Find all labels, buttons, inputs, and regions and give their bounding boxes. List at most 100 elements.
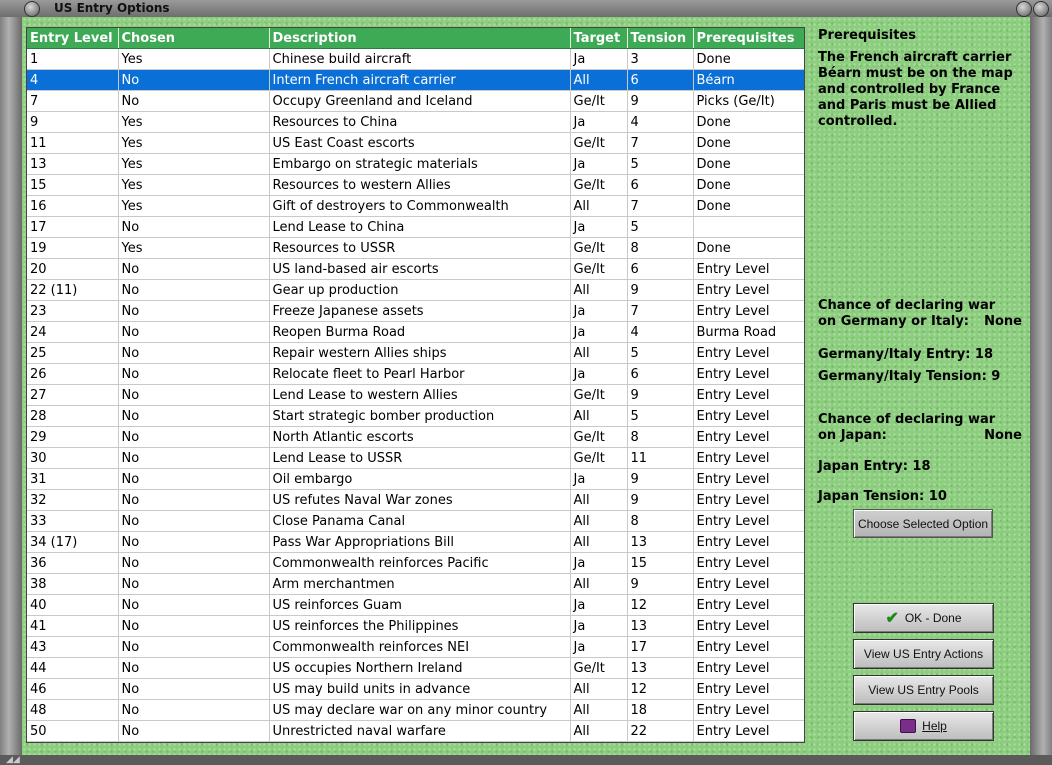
table-row[interactable]: 43 No Commonwealth reinforces NEI Ja 17 Entry… (27, 636, 804, 658)
choose-selected-option-button[interactable]: Choose Selected Option (853, 509, 993, 538)
table-row[interactable]: 40 No US reinforces Guam Ja 12 Entry Level (27, 594, 804, 616)
table-row[interactable]: 36 No Commonwealth reinforces Pacific Ja 15 E… (27, 552, 804, 574)
target-cell: Ja (570, 111, 628, 133)
col-chosen[interactable]: Chosen (118, 28, 270, 49)
table-row[interactable]: 38 No Arm merchantmen All 9 Entry Level (27, 573, 804, 595)
table-row[interactable]: 1 Yes Chinese build aircraft Ja 3 Done (27, 48, 804, 70)
status-strip: ◢◢ (0, 755, 1052, 765)
table-row[interactable]: 46 No US may build units in advance All 12 En… (27, 678, 804, 700)
table-row[interactable]: 9 Yes Resources to China Ja 4 Done (27, 111, 804, 133)
col-tension[interactable]: Tension (627, 28, 694, 49)
tension-cell: 13 (627, 531, 694, 553)
table-row[interactable]: 30 No Lend Lease to USSR Ge/It 11 Entry Level (27, 447, 804, 469)
view-entry-actions-button[interactable]: View US Entry Actions (853, 639, 994, 669)
window-menu-icon[interactable] (24, 1, 40, 17)
description-cell: Close Panama Canal (269, 510, 571, 532)
table-row[interactable]: 17 No Lend Lease to China Ja 5 (27, 216, 804, 238)
table-row[interactable]: 33 No Close Panama Canal All 8 Entry Level (27, 510, 804, 532)
prerequisites-text: The French aircraft carrier Béarn must b… (818, 50, 1013, 129)
prerequisites-cell: Entry Level (693, 594, 804, 616)
entry-level-cell: 1 (27, 48, 119, 70)
table-row[interactable]: 27 No Lend Lease to western Allies Ge/It 9 En… (27, 384, 804, 406)
tension-cell: 5 (627, 342, 694, 364)
close-icon[interactable] (1033, 1, 1049, 17)
tension-cell: 5 (627, 405, 694, 427)
description-cell: Unrestricted naval warfare (269, 720, 571, 742)
entry-level-cell: 11 (27, 132, 119, 154)
col-target[interactable]: Target (570, 28, 628, 49)
tension-cell: 13 (627, 657, 694, 679)
tension-cell: 9 (627, 468, 694, 490)
table-row[interactable]: 50 No Unrestricted naval warfare All 22 Entry… (27, 720, 804, 742)
col-description[interactable]: Description (269, 28, 571, 49)
table-row[interactable]: 19 Yes Resources to USSR Ge/It 8 Done (27, 237, 804, 259)
description-cell: US may build units in advance (269, 678, 571, 700)
minimize-icon[interactable] (1016, 1, 1032, 17)
table-row[interactable]: 11 Yes US East Coast escorts Ge/It 7 Done (27, 132, 804, 154)
tension-cell: 6 (627, 363, 694, 385)
prerequisites-cell: Entry Level (693, 615, 804, 637)
entry-options-table[interactable]: Entry Level Chosen Description Target Te… (26, 27, 805, 743)
table-row[interactable]: 16 Yes Gift of destroyers to Commonwealth A… (27, 195, 804, 217)
table-row[interactable]: 31 No Oil embargo Ja 9 Entry Level (27, 468, 804, 490)
target-cell: All (570, 405, 628, 427)
tension-cell: 13 (627, 615, 694, 637)
tension-cell: 18 (627, 699, 694, 721)
tension-cell: 11 (627, 447, 694, 469)
table-row[interactable]: 26 No Relocate fleet to Pearl Harbor Ja 6 Ent… (27, 363, 804, 385)
description-cell: Occupy Greenland and Iceland (269, 90, 571, 112)
tension-cell: 5 (627, 216, 694, 238)
window-frame-left (0, 17, 22, 765)
target-cell: Ja (570, 552, 628, 574)
table-row[interactable]: 7 No Occupy Greenland and Iceland Ge/It 9 Pic… (27, 90, 804, 112)
prerequisites-cell (693, 216, 804, 238)
table-row[interactable]: 41 No US reinforces the Philippines Ja 13 Ent… (27, 615, 804, 637)
description-cell: US East Coast escorts (269, 132, 571, 154)
target-cell: Ge/It (570, 237, 628, 259)
prerequisites-cell: Entry Level (693, 552, 804, 574)
table-row[interactable]: 20 No US land-based air escorts Ge/It 6 Entry… (27, 258, 804, 280)
col-prerequisites[interactable]: Prerequisites (693, 28, 804, 49)
table-row[interactable]: 48 No US may declare war on any minor coun… (27, 699, 804, 721)
target-cell: Ja (570, 48, 628, 70)
tension-cell: 9 (627, 489, 694, 511)
col-entry-level[interactable]: Entry Level (27, 28, 119, 49)
ok-done-button[interactable]: ✔ OK - Done (853, 603, 994, 633)
target-cell: All (570, 720, 628, 742)
table-row[interactable]: 28 No Start strategic bomber production All… (27, 405, 804, 427)
description-cell: North Atlantic escorts (269, 426, 571, 448)
chosen-cell: Yes (118, 132, 270, 154)
entry-level-cell: 24 (27, 321, 119, 343)
chosen-cell: Yes (118, 237, 270, 259)
table-row[interactable]: 29 No North Atlantic escorts Ge/It 8 Entry Le… (27, 426, 804, 448)
table-row[interactable]: 34 (17) No Pass War Appropriations Bill All… (27, 531, 804, 553)
table-row[interactable]: 25 No Repair western Allies ships All 5 Entry… (27, 342, 804, 364)
entry-level-cell: 50 (27, 720, 119, 742)
target-cell: Ja (570, 300, 628, 322)
description-cell: Repair western Allies ships (269, 342, 571, 364)
prerequisites-cell: Entry Level (693, 279, 804, 301)
help-button[interactable]: Help (853, 711, 994, 741)
entry-level-cell: 30 (27, 447, 119, 469)
tension-cell: 8 (627, 426, 694, 448)
target-cell: Ge/It (570, 384, 628, 406)
table-row[interactable]: 13 Yes Embargo on strategic materials Ja 5 Do… (27, 153, 804, 175)
chosen-cell: Yes (118, 195, 270, 217)
target-cell: All (570, 195, 628, 217)
resize-arrow-icon[interactable]: ◢◢ (6, 755, 20, 765)
chosen-cell: No (118, 657, 270, 679)
table-row[interactable]: 44 No US occupies Northern Ireland Ge/It 13 E… (27, 657, 804, 679)
entry-level-cell: 19 (27, 237, 119, 259)
description-cell: US may declare war on any minor country (269, 699, 571, 721)
table-row[interactable]: 4 No Intern French aircraft carrier All 6 Béa… (27, 69, 804, 91)
germany-italy-tension: Germany/Italy Tension: 9 (818, 369, 1001, 384)
chosen-cell: No (118, 363, 270, 385)
table-row[interactable]: 24 No Reopen Burma Road Ja 4 Burma Road (27, 321, 804, 343)
chosen-cell: Yes (118, 111, 270, 133)
table-row[interactable]: 22 (11) No Gear up production All 9 Entry Lev… (27, 279, 804, 301)
table-row[interactable]: 15 Yes Resources to western Allies Ge/It 6 Do… (27, 174, 804, 196)
view-entry-pools-button[interactable]: View US Entry Pools (853, 675, 994, 705)
title-bar[interactable]: US Entry Options (0, 0, 1052, 18)
table-row[interactable]: 32 No US refutes Naval War zones All 9 Entry … (27, 489, 804, 511)
table-row[interactable]: 23 No Freeze Japanese assets Ja 7 Entry Level (27, 300, 804, 322)
